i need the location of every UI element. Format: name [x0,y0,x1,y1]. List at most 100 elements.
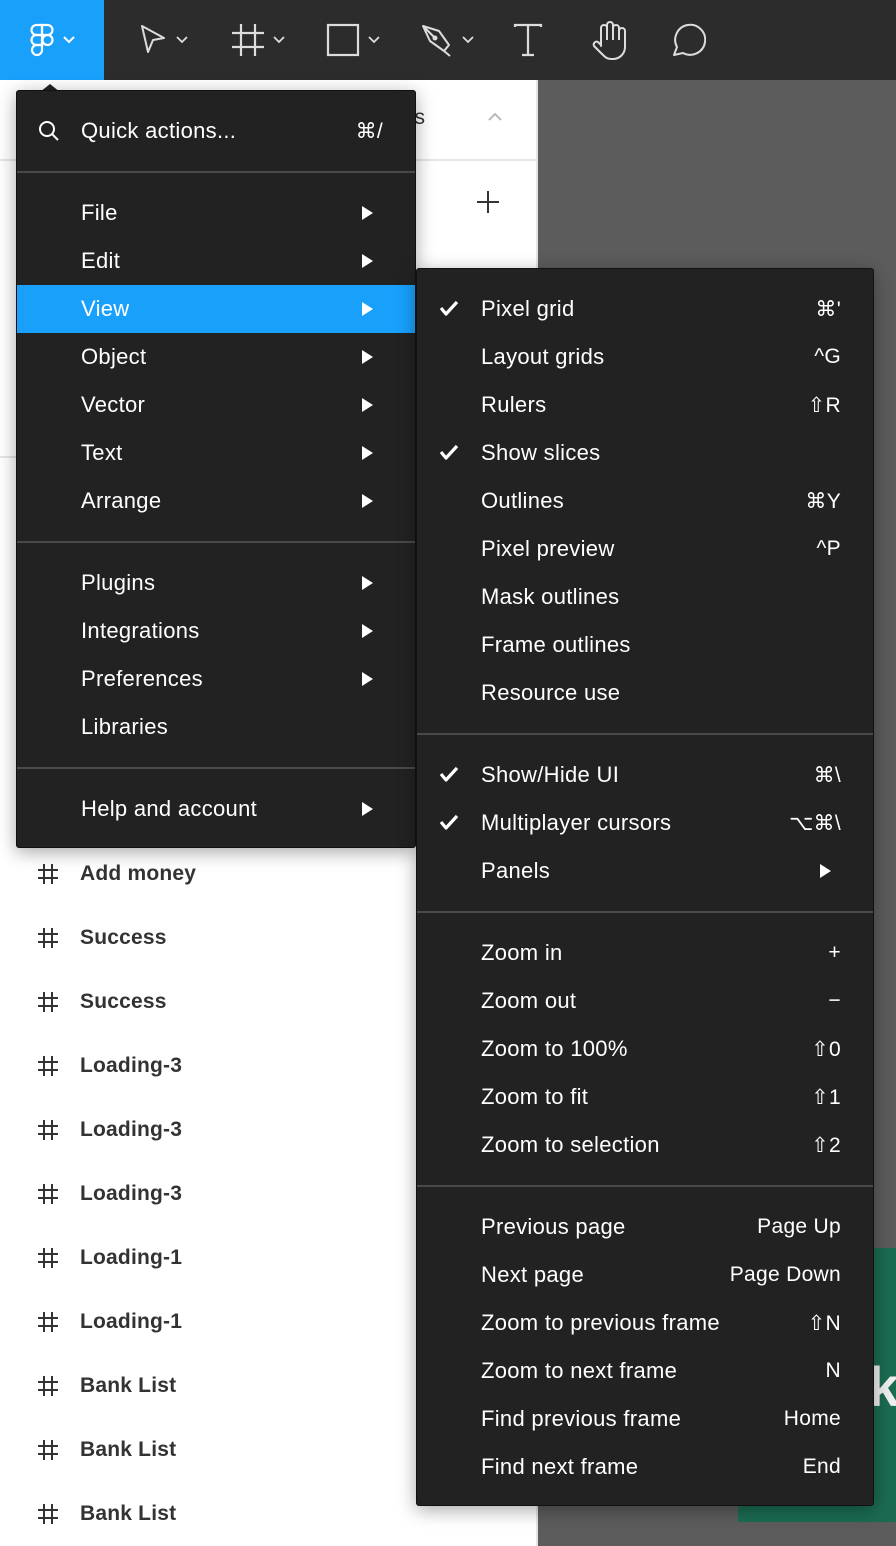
toolbar [0,0,896,80]
menu-item-vector[interactable]: Vector [17,381,415,429]
submenu-arrow-icon [362,672,373,686]
view-item-find-previous-frame[interactable]: Find previous frame Home [417,1395,873,1443]
frame-hash-icon [38,1056,58,1076]
view-item-outlines[interactable]: Outlines ⌘Y [417,477,873,525]
hand-tool-button[interactable] [586,0,630,80]
menu-item-preferences[interactable]: Preferences [17,655,415,703]
menu-item-label: Arrange [81,488,162,513]
frame-hash-icon [38,1120,58,1140]
quick-actions-label: Quick actions... [81,118,237,143]
view-item-mask-outlines[interactable]: Mask outlines [417,573,873,621]
menu-separator [417,733,873,735]
view-item-rulers[interactable]: Rulers ⇧R [417,381,873,429]
view-item-multiplayer-cursors[interactable]: Multiplayer cursors ⌥⌘\ [417,799,873,847]
view-item-show-hide-ui[interactable]: Show/Hide UI ⌘\ [417,751,873,799]
pen-tool-button[interactable] [412,0,482,80]
shortcut-label: ⌘Y [805,489,841,513]
shortcut-label: ⌘\ [813,763,841,787]
view-item-zoom-out[interactable]: Zoom out − [417,977,873,1025]
view-item-label: Pixel preview [481,536,615,561]
view-item-zoom-to-next-frame[interactable]: Zoom to next frame N [417,1347,873,1395]
layer-name: Add money [80,862,197,885]
view-item-label: Zoom in [481,940,563,965]
menu-item-help-and-account[interactable]: Help and account [17,785,415,833]
shortcut-label: ⇧0 [811,1037,841,1061]
menu-item-label: File [81,200,118,225]
view-item-label: Zoom to fit [481,1084,589,1109]
view-item-zoom-in[interactable]: Zoom in + [417,929,873,977]
menu-item-arrange[interactable]: Arrange [17,477,415,525]
submenu-arrow-icon [362,350,373,364]
quick-actions-item[interactable]: Quick actions... ⌘/ [17,107,415,155]
view-item-label: Next page [481,1262,584,1287]
menu-item-file[interactable]: File [17,189,415,237]
view-item-zoom-to-fit[interactable]: Zoom to fit ⇧1 [417,1073,873,1121]
view-item-panels[interactable]: Panels [417,847,873,895]
menu-item-plugins[interactable]: Plugins [17,559,415,607]
menu-item-libraries[interactable]: Libraries [17,703,415,751]
view-item-find-next-frame[interactable]: Find next frame End [417,1443,873,1491]
view-item-resource-use[interactable]: Resource use [417,669,873,717]
view-item-label: Previous page [481,1214,626,1239]
menu-item-object[interactable]: Object [17,333,415,381]
menu-separator [417,911,873,913]
menu-item-label: Object [81,344,147,369]
view-item-label: Rulers [481,392,547,417]
rectangle-icon [326,23,360,57]
comment-tool-button[interactable] [664,0,710,80]
view-item-label: Pixel grid [481,296,575,321]
chevron-down-icon [273,36,285,44]
chevron-down-icon [63,36,75,44]
menu-item-label: Preferences [81,666,203,691]
move-tool-button[interactable] [128,0,198,80]
view-item-show-slices[interactable]: Show slices [417,429,873,477]
plus-icon[interactable] [476,190,500,214]
menu-item-label: Help and account [81,796,258,821]
view-item-pixel-grid[interactable]: Pixel grid ⌘' [417,285,873,333]
menu-separator [17,767,415,769]
view-item-frame-outlines[interactable]: Frame outlines [417,621,873,669]
view-item-zoom-to-previous-frame[interactable]: Zoom to previous frame ⇧N [417,1299,873,1347]
view-item-next-page[interactable]: Next page Page Down [417,1251,873,1299]
submenu-arrow-icon [820,864,831,878]
shortcut-label: ⌘' [815,297,841,321]
pen-icon [422,25,451,57]
view-item-previous-page[interactable]: Previous page Page Up [417,1203,873,1251]
chevron-down-icon [462,36,474,44]
view-item-pixel-preview[interactable]: Pixel preview ^P [417,525,873,573]
shape-tool-button[interactable] [318,0,388,80]
layer-name: Success [80,926,167,949]
layer-name: Bank List [80,1374,177,1397]
chevron-up-icon[interactable] [488,112,502,121]
frame-hash-icon [38,1184,58,1204]
frame-tool-button[interactable] [222,0,294,80]
view-item-label: Find previous frame [481,1406,682,1431]
shortcut-label: ⇧2 [811,1133,841,1157]
view-item-label: Multiplayer cursors [481,810,672,835]
menu-item-integrations[interactable]: Integrations [17,607,415,655]
submenu-arrow-icon [362,802,373,816]
move-cursor-icon [141,25,165,53]
shortcut-label: Home [783,1407,841,1430]
submenu-arrow-icon [362,254,373,268]
search-icon [39,121,59,141]
shortcut-label: ⇧R [807,393,841,417]
main-menu-button[interactable] [0,0,104,80]
shortcut-label: Page Down [729,1263,841,1286]
shortcut-label: ⇧1 [811,1085,841,1109]
text-tool-button[interactable] [506,0,550,80]
submenu-arrow-icon [362,576,373,590]
menu-item-label: Edit [81,248,121,273]
shortcut-label: ^P [816,537,841,560]
view-item-zoom-to-selection[interactable]: Zoom to selection ⇧2 [417,1121,873,1169]
layer-name: Bank List [80,1502,177,1525]
menu-item-edit[interactable]: Edit [17,237,415,285]
checkmark-icon [439,300,459,316]
menu-item-text[interactable]: Text [17,429,415,477]
frame-hash-icon [38,1312,58,1332]
view-item-label: Layout grids [481,344,605,369]
view-item-zoom-to-100[interactable]: Zoom to 100% ⇧0 [417,1025,873,1073]
view-item-layout-grids[interactable]: Layout grids ^G [417,333,873,381]
layer-name: Loading-3 [80,1054,183,1077]
menu-item-view[interactable]: View [17,285,415,333]
